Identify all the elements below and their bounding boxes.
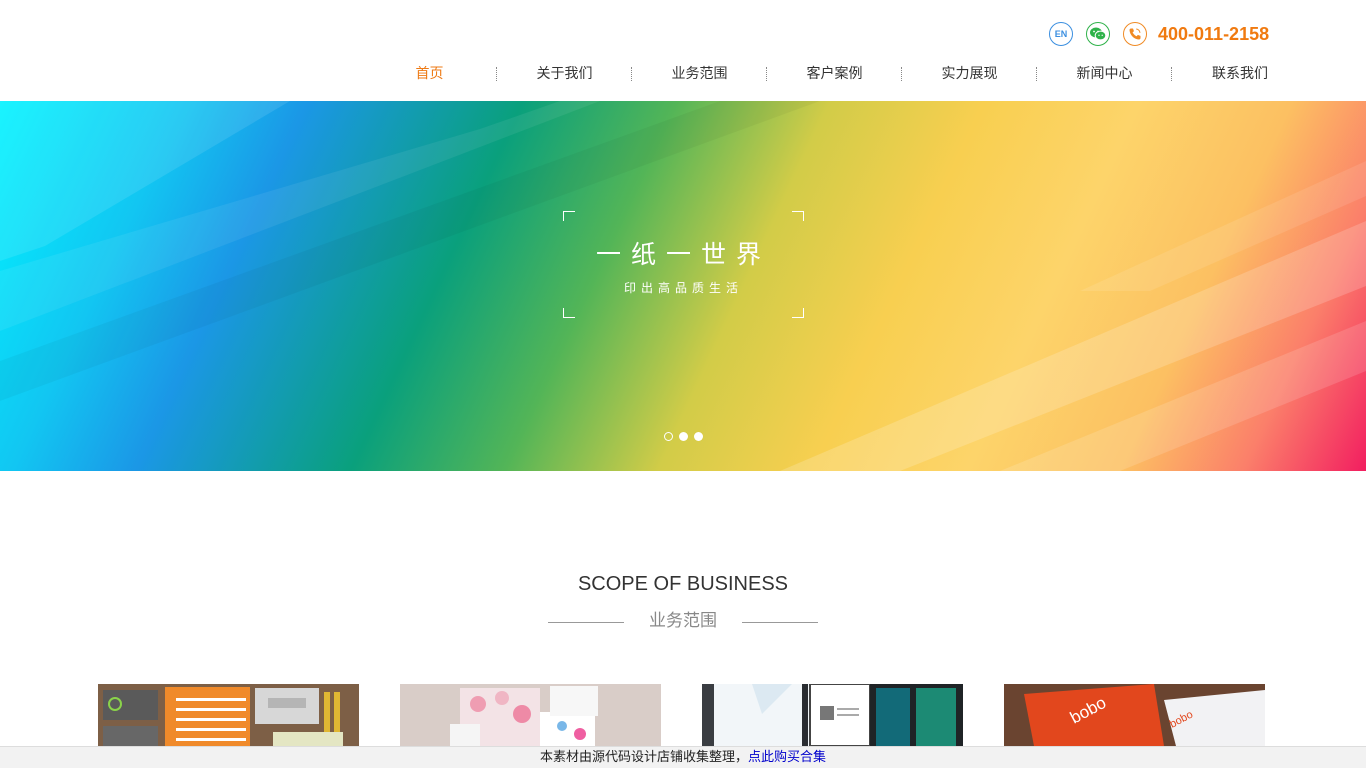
nav-label: 首页	[415, 66, 444, 82]
slider-dot-1[interactable]	[664, 432, 673, 441]
footer-notice: 本素材由源代码设计店铺收集整理，点此购买合集	[0, 746, 1366, 768]
notice-text: 本素材由源代码设计店铺收集整理，	[539, 750, 748, 765]
nav-item-cases[interactable]: 客户案例	[767, 63, 902, 85]
banner-frame: 一纸一世界 印出高品质生活	[563, 211, 804, 318]
section-divider-right	[742, 622, 818, 623]
phone-number[interactable]: 400-011-2158	[1158, 24, 1269, 45]
frame-corner	[563, 308, 575, 318]
slider-dot-3[interactable]	[694, 432, 703, 441]
main-nav: 首页 关于我们 业务范围 客户案例 实力展现 新闻中心 联系我们	[362, 63, 1269, 85]
nav-item-home[interactable]: 首页	[362, 63, 497, 85]
notebook-stationery-image[interactable]	[98, 684, 359, 746]
section-subtitle: 业务范围	[649, 611, 717, 631]
display-board-image[interactable]	[702, 684, 963, 746]
header: EN 400-011-2158 首页 关于我们 业务范围 客户案例 实力展现 新…	[0, 0, 1366, 101]
nav-label: 实力展现	[941, 66, 998, 82]
wechat-icon[interactable]	[1086, 22, 1110, 46]
section-title: SCOPE OF BUSINESS	[577, 573, 789, 595]
slider-dot-2[interactable]	[679, 432, 688, 441]
nav-item-contact[interactable]: 联系我们	[1172, 63, 1268, 85]
frame-corner	[792, 211, 804, 221]
top-contact-bar: EN 400-011-2158	[1049, 21, 1269, 47]
nav-label: 联系我们	[1212, 66, 1268, 82]
slider-dots	[664, 432, 709, 441]
nav-label: 关于我们	[536, 66, 593, 82]
gift-box-image[interactable]	[400, 684, 661, 746]
phone-icon[interactable]	[1123, 22, 1147, 46]
nav-item-news[interactable]: 新闻中心	[1037, 63, 1172, 85]
nav-item-business[interactable]: 业务范围	[632, 63, 767, 85]
page: EN 400-011-2158 首页 关于我们 业务范围 客户案例 实力展现 新…	[0, 0, 1366, 768]
banner-subtitle: 印出高品质生活	[623, 281, 743, 295]
nav-label: 客户案例	[806, 66, 863, 82]
nav-item-strength[interactable]: 实力展现	[902, 63, 1037, 85]
hero-banner[interactable]: 一纸一世界 印出高品质生活	[0, 101, 1366, 471]
banner-title: 一纸一世界	[595, 240, 771, 269]
nav-label: 业务范围	[671, 66, 728, 82]
business-card-image[interactable]: bobo bobo	[1004, 684, 1265, 746]
nav-item-about[interactable]: 关于我们	[497, 63, 632, 85]
nav-label: 新闻中心	[1076, 66, 1133, 82]
en-language-icon[interactable]: EN	[1049, 22, 1073, 46]
purchase-link[interactable]: 点此购买合集	[748, 750, 826, 765]
frame-corner	[563, 211, 575, 221]
frame-corner	[792, 308, 804, 318]
